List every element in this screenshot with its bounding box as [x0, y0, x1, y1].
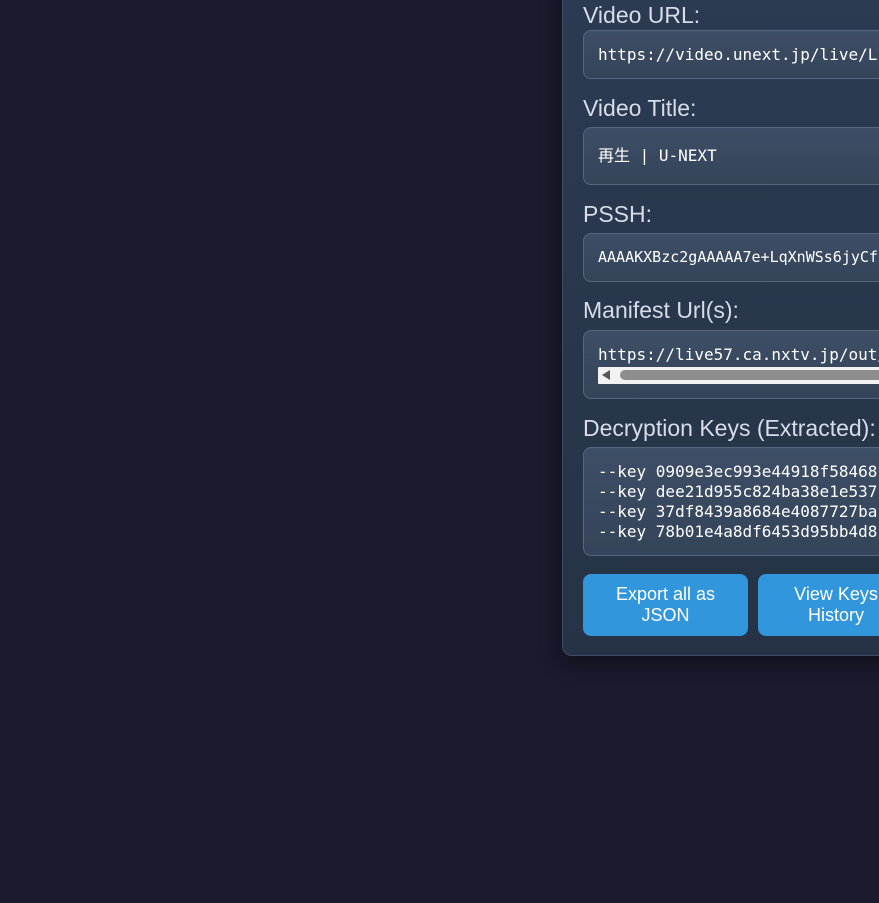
video-title-value: 再生 | U-NEXT — [598, 146, 717, 165]
keys-field[interactable]: --key 0909e3ec993e44918f58468 --key dee2… — [583, 447, 879, 556]
pssh-value: AAAAKXBzc2gAAAAA7e+LqXnWSs6jyCfc1R0h7QAA… — [598, 248, 879, 266]
key-line: --key 37df8439a8684e4087727ba — [598, 502, 878, 521]
export-json-button[interactable]: Export all as JSON — [583, 574, 748, 636]
key-line: --key dee21d955c824ba38e1e537 — [598, 482, 878, 501]
history-button-label-line1: View Keys — [794, 584, 878, 604]
video-title-label: Video Title: — [583, 95, 697, 121]
key-line: --key 0909e3ec993e44918f58468 — [598, 462, 878, 481]
manifest-value: https://live57.ca.nxtv.jp/out/v1/ — [598, 345, 879, 364]
manifest-label: Manifest Url(s): — [583, 297, 739, 323]
pssh-field[interactable]: AAAAKXBzc2gAAAAA7e+LqXnWSs6jyCfc1R0h7QAA… — [583, 233, 879, 282]
scroll-left-arrow-icon[interactable] — [602, 370, 610, 380]
export-button-label-line1: Export all as — [615, 584, 716, 604]
scrollbar-thumb[interactable] — [620, 370, 879, 380]
video-url-value: https://video.unext.jp/live/LIV0000 — [598, 45, 879, 64]
video-url-field[interactable]: https://video.unext.jp/live/LIV0000 — [583, 30, 879, 79]
pssh-label: PSSH: — [583, 201, 653, 227]
export-button-label-line2: JSON — [641, 605, 690, 625]
video-url-label: Video URL: — [583, 2, 701, 28]
extension-panel: Video URL: https://video.unext.jp/live/L… — [562, 0, 879, 656]
key-line: --key 78b01e4a8df6453d95bb4d8 — [598, 522, 878, 541]
history-button-label-line2: History — [807, 605, 864, 625]
video-title-field[interactable]: 再生 | U-NEXT — [583, 127, 879, 185]
manifest-field[interactable]: https://live57.ca.nxtv.jp/out/v1/ — [583, 330, 879, 399]
keys-label: Decryption Keys (Extracted): — [583, 415, 876, 441]
view-keys-history-button[interactable]: View Keys History — [758, 574, 879, 636]
horizontal-scrollbar[interactable] — [598, 367, 879, 384]
